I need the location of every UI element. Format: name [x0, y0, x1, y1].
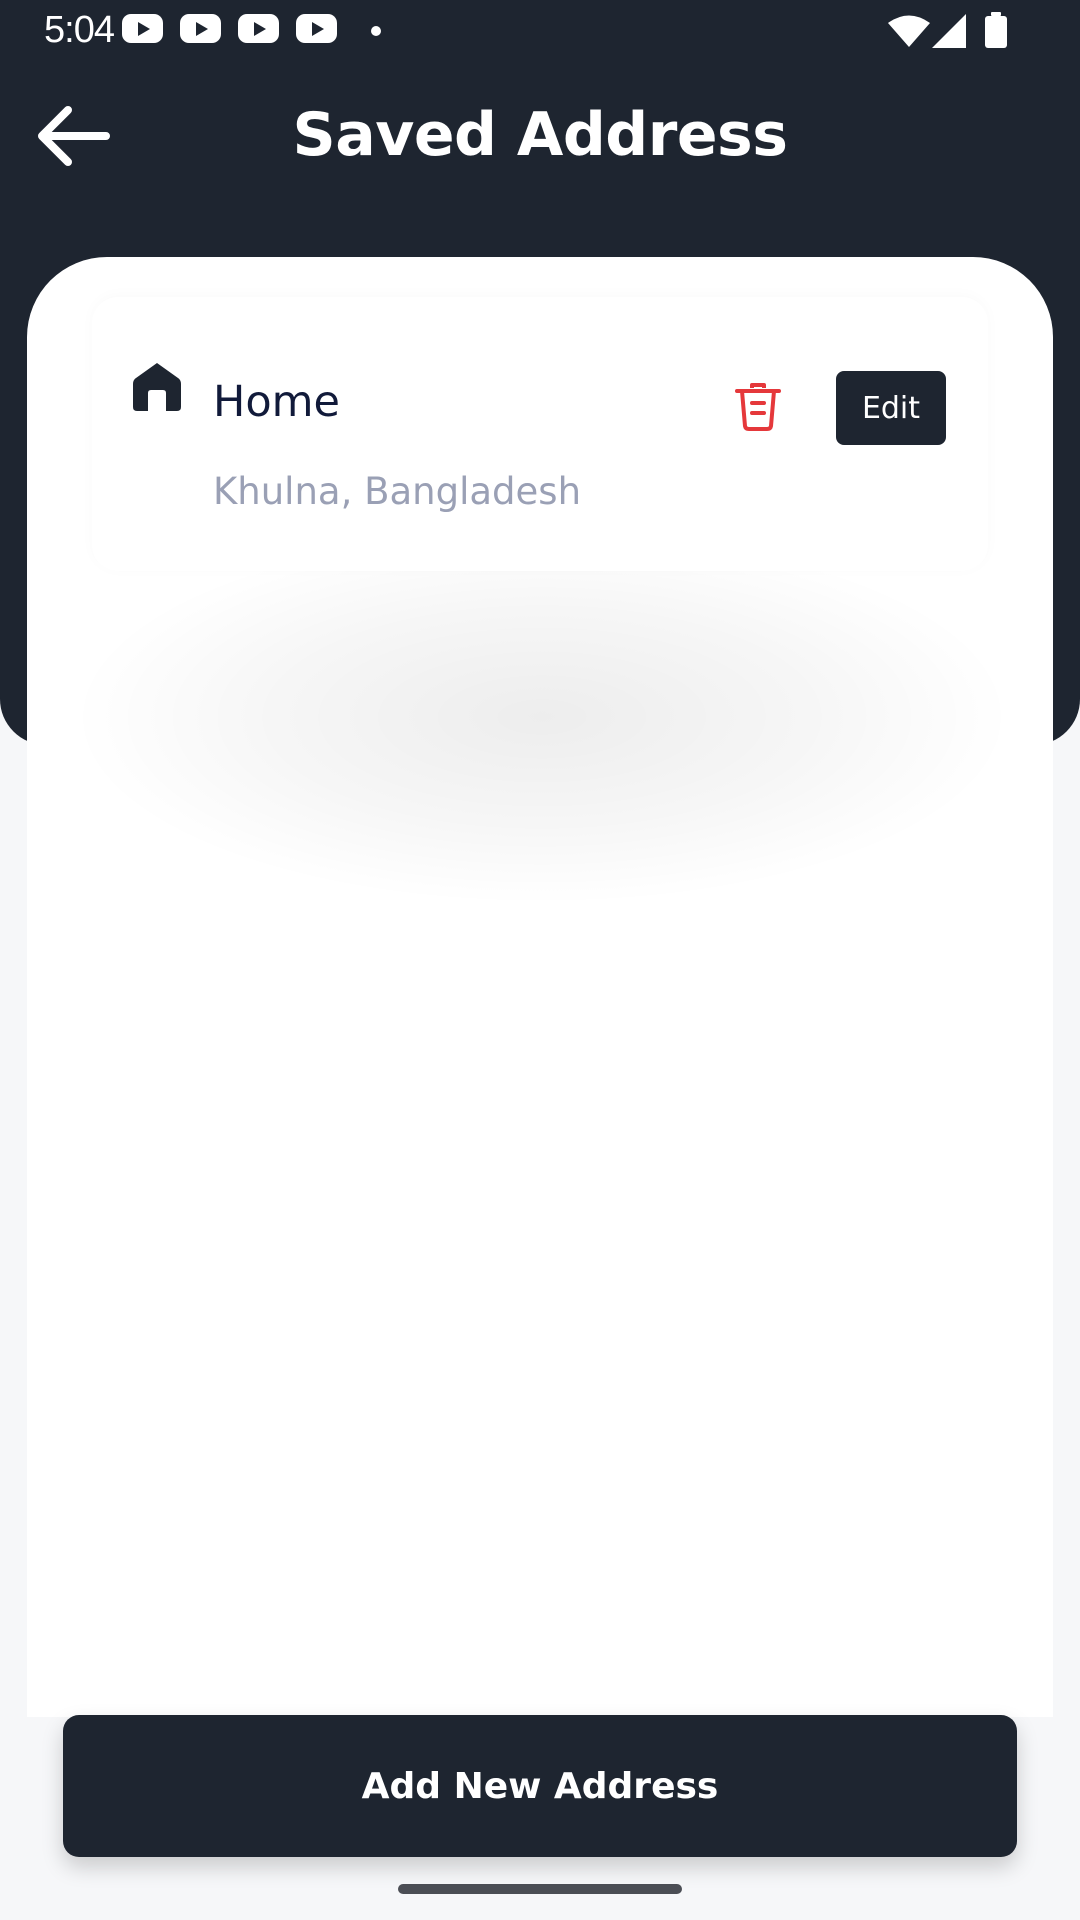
dot-icon — [371, 26, 381, 36]
address-text: Khulna, Bangladesh — [213, 470, 582, 513]
address-list-sheet: Home Khulna, Bangladesh Edit — [27, 257, 1053, 1717]
youtube-icon — [180, 14, 221, 43]
edit-address-button[interactable]: Edit — [836, 371, 946, 445]
address-card-home[interactable]: Home Khulna, Bangladesh Edit — [92, 297, 988, 571]
home-indicator[interactable] — [398, 1884, 682, 1894]
battery-icon — [985, 12, 1007, 48]
status-time: 5:04 — [44, 9, 115, 51]
delete-address-button[interactable] — [732, 379, 784, 435]
youtube-icon — [296, 14, 337, 43]
address-label: Home — [213, 377, 340, 427]
status-bar: 5:04 — [0, 0, 1080, 64]
card-shadow — [67, 527, 1017, 907]
youtube-icon — [122, 14, 163, 43]
notification-icons — [122, 14, 337, 43]
youtube-icon — [238, 14, 279, 43]
signal-icon — [932, 14, 966, 48]
page-title: Saved Address — [292, 100, 788, 170]
add-new-address-button[interactable]: Add New Address — [63, 1715, 1017, 1857]
home-icon — [133, 363, 181, 411]
wifi-icon — [888, 15, 930, 47]
trash-icon — [735, 383, 781, 431]
